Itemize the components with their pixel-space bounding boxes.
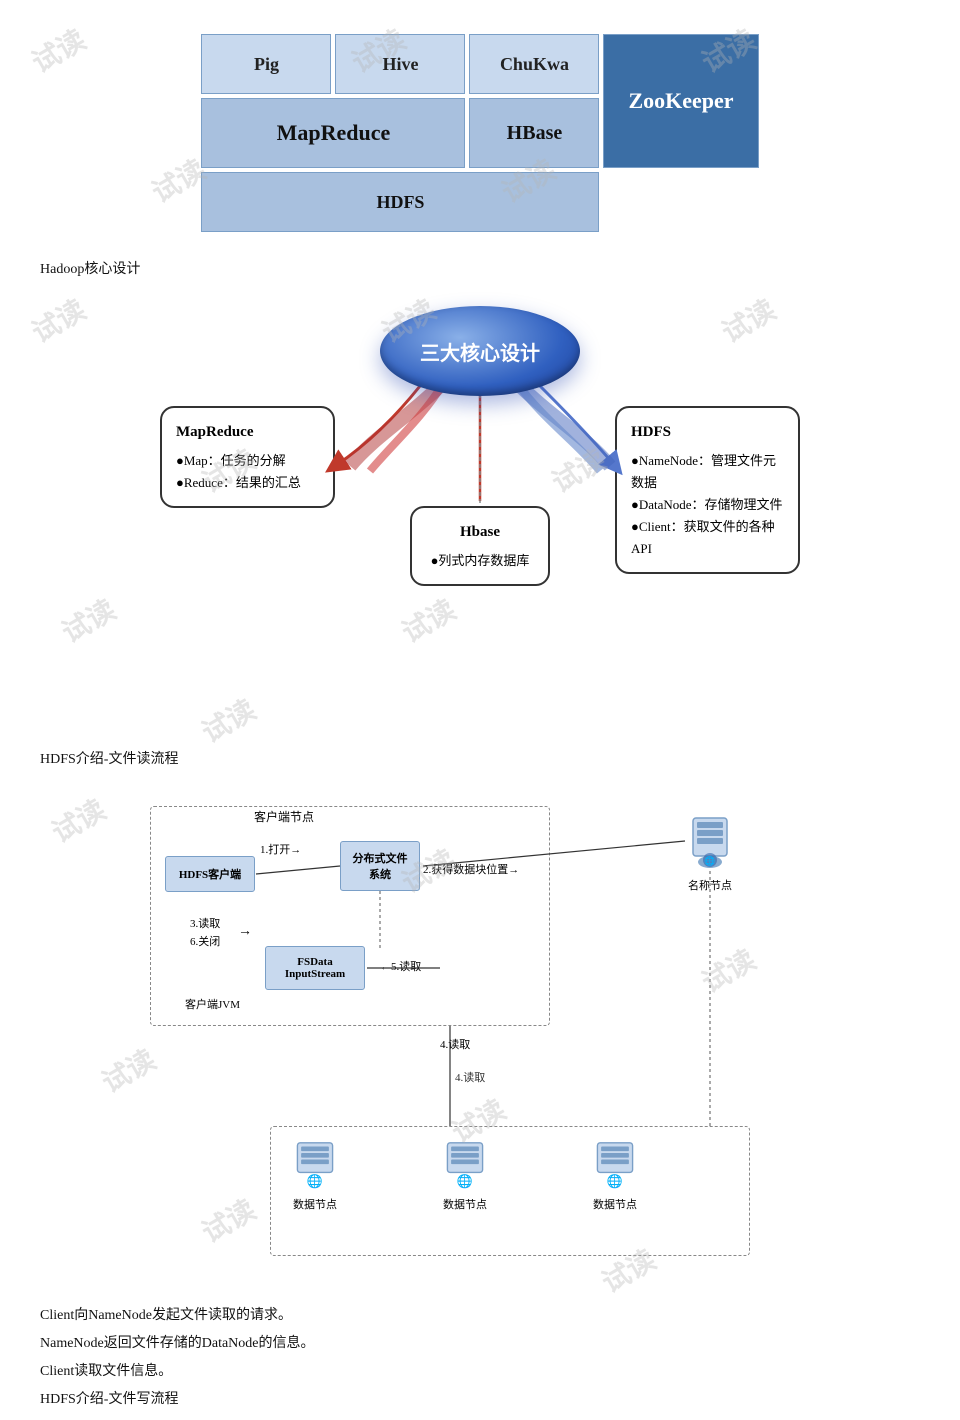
svg-text:🌐: 🌐 (457, 1173, 473, 1188)
hadoop-diagram-section: Pig Hive ChuKwa ZooKeeper MapReduce HBas… (0, 0, 960, 246)
bottom-line3: Client读取文件信息。 (40, 1358, 920, 1386)
datanode2-label: 数据节点 (440, 1196, 490, 1212)
core-diagram: 三大核心设计 (160, 306, 800, 726)
bottom-line1: Client向NameNode发起文件读取的请求。 (40, 1302, 920, 1330)
datanode3-label: 数据节点 (590, 1196, 640, 1212)
datanode2-icon: 🌐 (440, 1141, 490, 1191)
namenode-area: 🌐 名称节点 (685, 816, 735, 893)
step4-label: 4.读取 (440, 1036, 470, 1052)
svg-text:🌐: 🌐 (704, 855, 715, 866)
hadoop-table: Pig Hive ChuKwa ZooKeeper MapReduce HBas… (197, 30, 762, 236)
hdfs-client-node: HDFS客户端 (165, 856, 255, 892)
datanode1-area: 🌐 数据节点 (290, 1141, 340, 1212)
zookeeper-cell: ZooKeeper (603, 34, 758, 168)
svg-text:🌐: 🌐 (607, 1173, 623, 1188)
step5-label: ←5.读取 (380, 958, 421, 974)
namenode-label: 名称节点 (685, 877, 735, 893)
step3-6-arrow: → (238, 924, 252, 940)
hdfs-cell: HDFS (201, 172, 599, 232)
hbase-cell: HBase (469, 98, 599, 168)
step1-label: 1.打开→ (260, 841, 301, 857)
step3-6-label: 3.读取6.关闭 (190, 916, 220, 951)
bottom-line4: HDFS介绍-文件写流程 (40, 1386, 920, 1414)
hdfs-read-section: 客户端节点 HDFS客户端 1.打开→ 分布式文件 系统 2.获得数据块位置→ … (0, 776, 960, 1296)
client-area-label: 客户端节点 (250, 808, 318, 825)
datanode1-icon: 🌐 (290, 1141, 340, 1191)
fsdata-node: FSDataInputStream (265, 946, 365, 990)
dist-fs-node: 分布式文件 系统 (340, 841, 420, 891)
hdfs-read-label: HDFS介绍-文件读流程 (0, 740, 960, 776)
svg-text:4.读取: 4.读取 (455, 1070, 485, 1084)
bottom-text-section: Client向NameNode发起文件读取的请求。 NameNode返回文件存储… (0, 1296, 960, 1420)
datanode3-area: 🌐 数据节点 (590, 1141, 640, 1212)
hadoop-label: Hadoop核心设计 (0, 250, 960, 286)
namenode-icon: 🌐 (685, 816, 735, 870)
bottom-line2: NameNode返回文件存储的DataNode的信息。 (40, 1330, 920, 1358)
datanode3-icon: 🌐 (590, 1141, 640, 1191)
client-jvm-label: 客户端JVM (185, 996, 240, 1012)
datanode2-area: 🌐 数据节点 (440, 1141, 490, 1212)
core-disc: 三大核心设计 (380, 306, 580, 396)
mapreduce-cell: MapReduce (201, 98, 465, 168)
svg-text:🌐: 🌐 (307, 1173, 323, 1188)
chukwa-cell: ChuKwa (469, 34, 599, 94)
pig-cell: Pig (201, 34, 331, 94)
hdfs-read-diagram: 客户端节点 HDFS客户端 1.打开→ 分布式文件 系统 2.获得数据块位置→ … (130, 786, 830, 1286)
step2-label: 2.获得数据块位置→ (423, 861, 519, 877)
datanode-area-box (270, 1126, 750, 1256)
core-design-section: 三大核心设计 (0, 286, 960, 736)
hive-cell: Hive (335, 34, 465, 94)
datanode1-label: 数据节点 (290, 1196, 340, 1212)
